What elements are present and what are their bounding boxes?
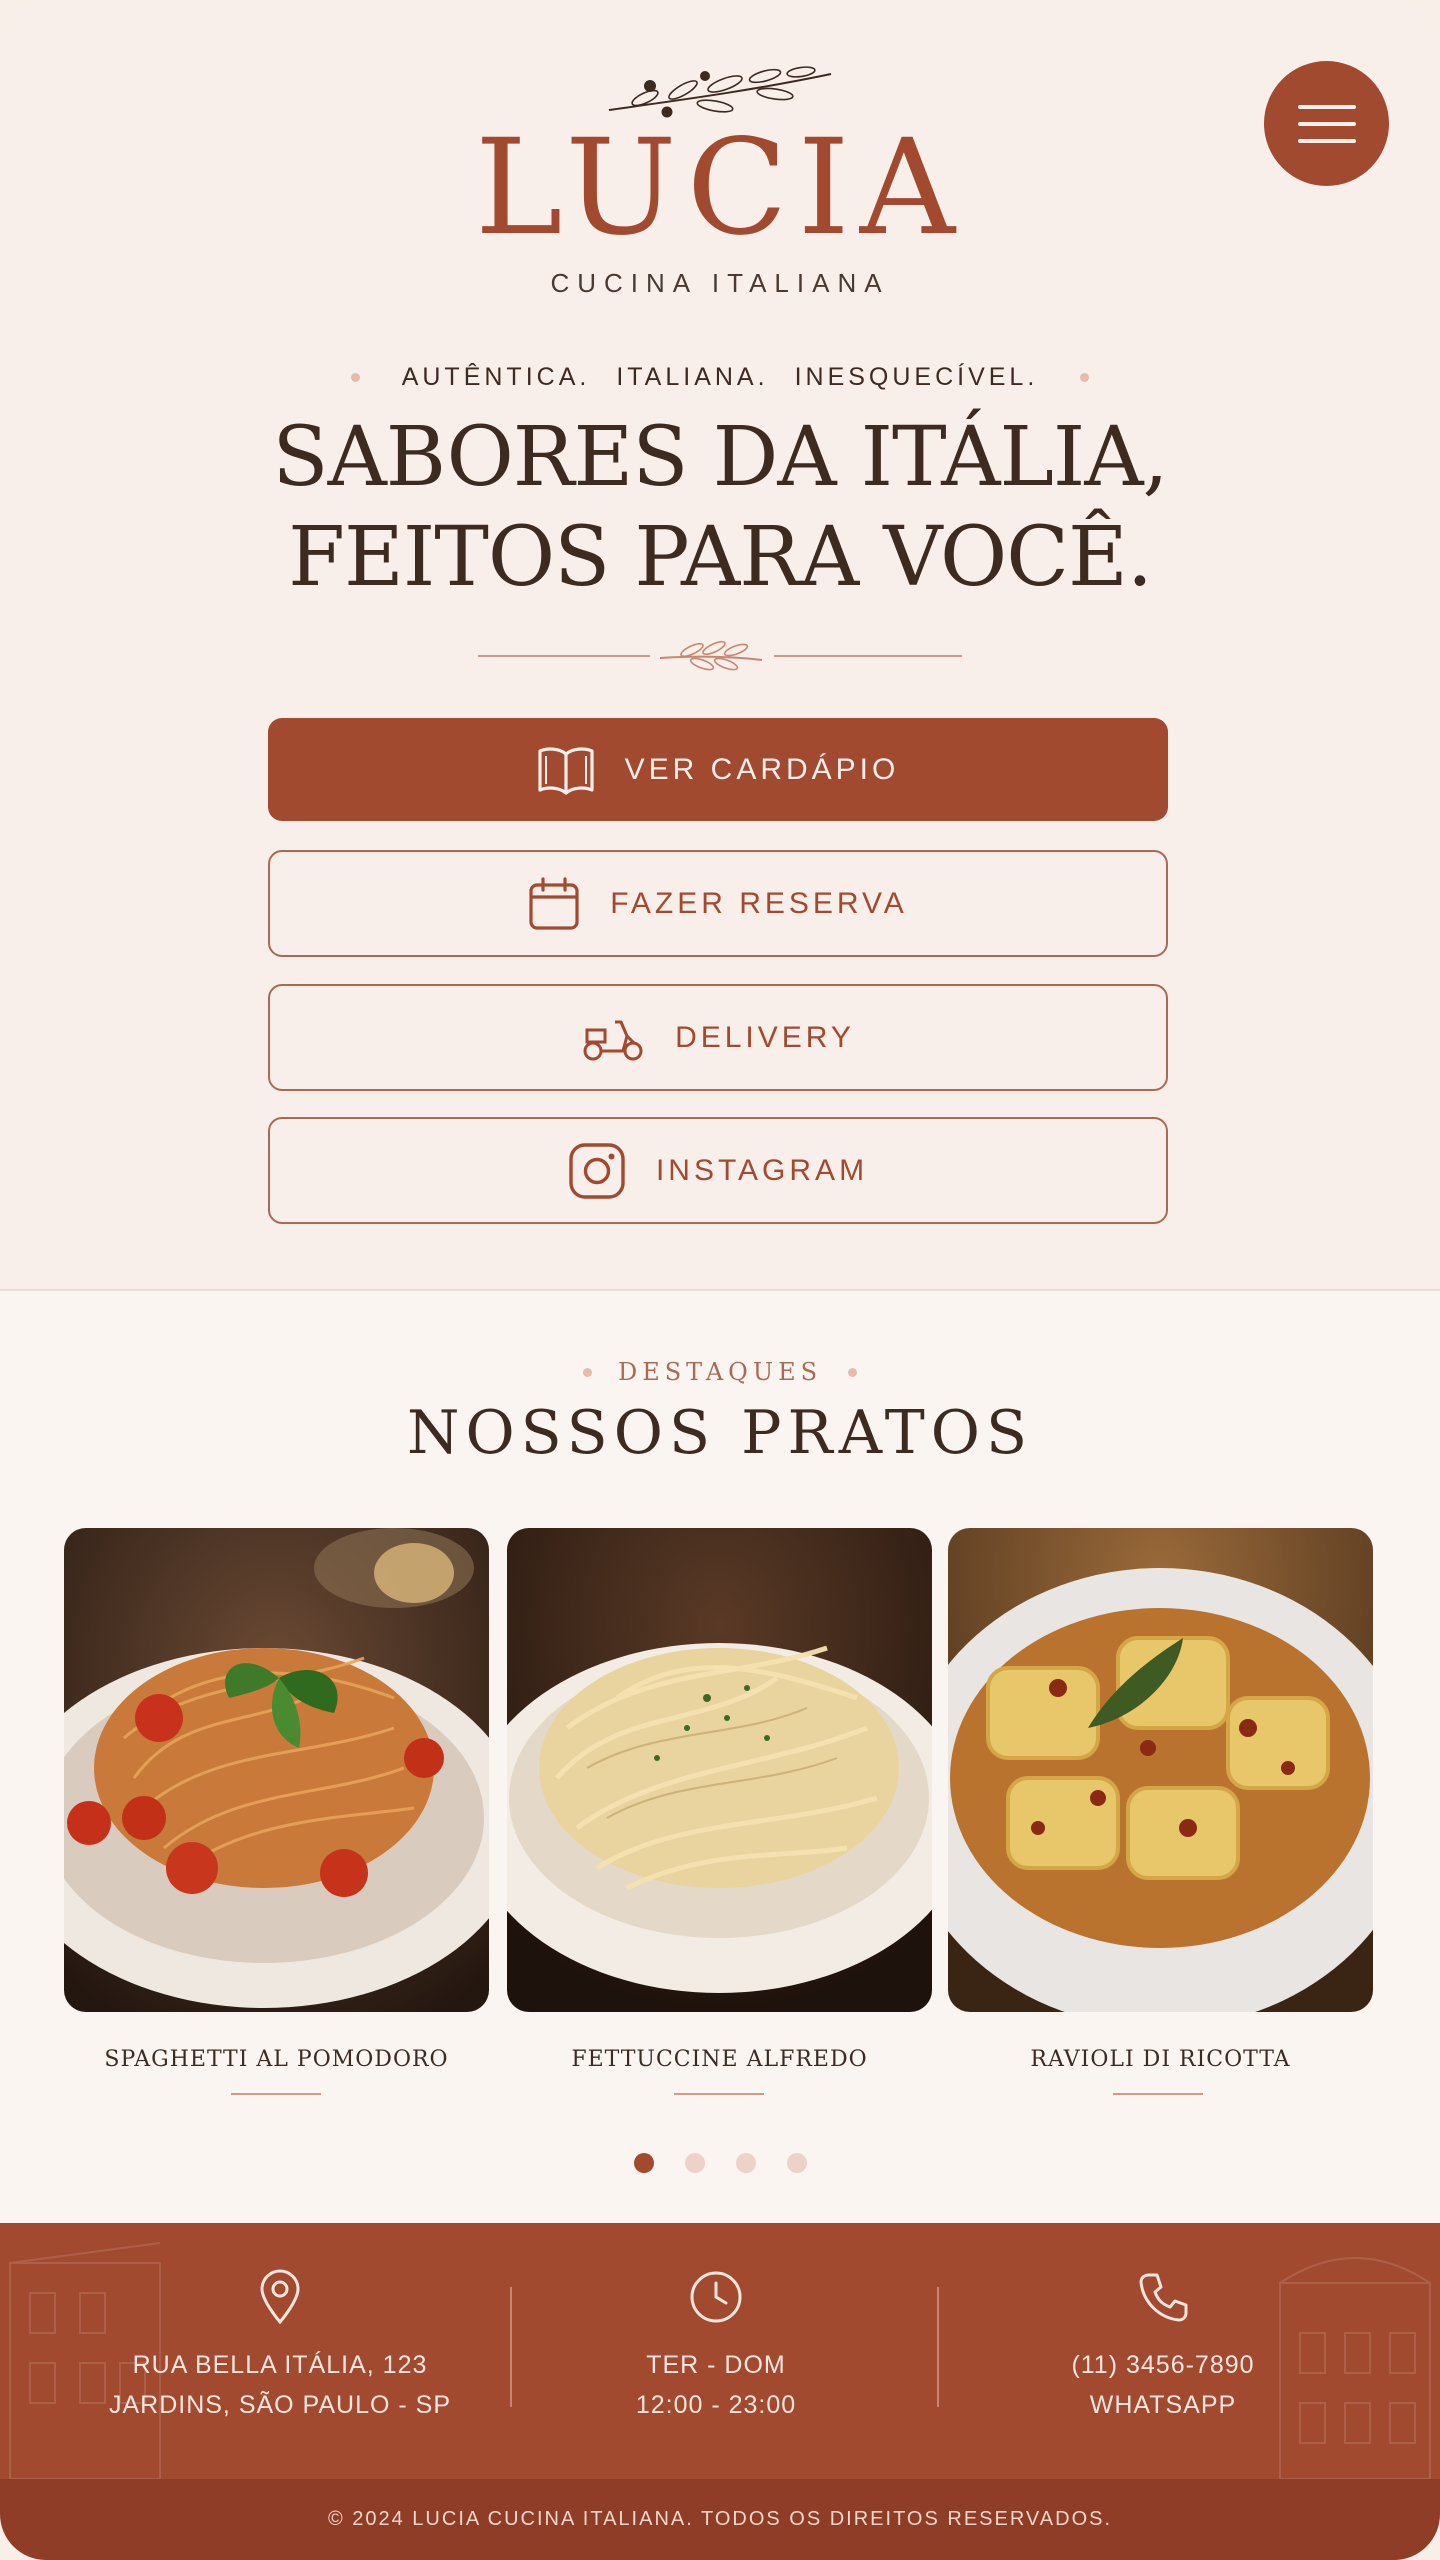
headline-line-2: FEITOS PARA VOCÊ. [288, 510, 1153, 605]
instagram-label: INSTAGRAM [655, 1153, 869, 1187]
footer-hours: TER - DOM 12:00 - 23:00 [496, 2267, 936, 2425]
instagram-button[interactable]: INSTAGRAM [268, 1117, 1168, 1224]
dish-name: SPAGHETTI AL POMODORO [104, 2047, 449, 2072]
tagline-dot [350, 373, 360, 382]
view-menu-button[interactable]: VER CARDÁPIO [268, 718, 1168, 821]
hours-days: TER - DOM [646, 2351, 786, 2379]
tagline-dot [1080, 373, 1090, 382]
dish-underline [231, 2093, 321, 2095]
tagline: AUTÊNTICA. ITALIANA. INESQUECÍVEL. [0, 363, 1440, 392]
carousel-pagination [0, 2153, 1440, 2173]
carousel-dot[interactable] [633, 2153, 654, 2173]
dish-name: FETTUCCINE ALFREDO [571, 2047, 868, 2072]
dish-name: RAVIOLI DI RICOTTA [1030, 2047, 1291, 2072]
headline-line-1: SABORES DA ITÁLIA, [272, 410, 1168, 505]
scooter-icon [583, 1020, 643, 1060]
brand-logo: LUCIA [474, 111, 966, 265]
footer-divider [937, 2287, 939, 2407]
leaf-divider-icon [478, 640, 962, 671]
reserve-label: FAZER RESERVA [610, 886, 908, 920]
whatsapp-label[interactable]: WHATSAPP [1090, 2385, 1236, 2425]
address-line-2: JARDINS, SÃO PAULO - SP [108, 2391, 452, 2419]
kicker-dot [582, 1367, 592, 1377]
tagline-word: INESQUECÍVEL. [794, 363, 1039, 391]
copyright-bar: © 2024 LUCIA CUCINA ITALIANA. TODOS OS D… [0, 2479, 1440, 2560]
footer-contact[interactable]: (11) 3456-7890 WHATSAPP [943, 2267, 1383, 2425]
instagram-icon [569, 1142, 625, 1199]
hero-headline: SABORES DA ITÁLIA, FEITOS PARA VOCÊ. [0, 408, 1440, 608]
carousel-dot[interactable] [684, 2153, 705, 2173]
view-menu-label: VER CARDÁPIO [624, 752, 900, 786]
section-title: NOSSOS PRATOS [406, 1398, 1034, 1468]
location-pin-icon [260, 2269, 300, 2325]
kicker-dot [848, 1367, 858, 1377]
delivery-label: DELIVERY [675, 1020, 855, 1054]
hamburger-icon [1297, 104, 1356, 109]
carousel-dot[interactable] [735, 2153, 756, 2173]
brand-subtitle: CUCINA ITALIANA [550, 268, 890, 298]
dish-image-ravioli[interactable] [948, 1528, 1373, 2012]
dish-image-spaghetti[interactable] [64, 1528, 489, 2012]
copyright-text: © 2024 LUCIA CUCINA ITALIANA. TODOS OS D… [327, 2508, 1113, 2530]
delivery-button[interactable]: DELIVERY [268, 984, 1168, 1091]
dish-underline [674, 2093, 764, 2095]
tagline-word: ITALIANA. [616, 363, 769, 391]
book-icon [538, 746, 594, 795]
hours-time: 12:00 - 23:00 [635, 2391, 797, 2419]
dish-image-fettuccine[interactable] [507, 1528, 932, 2012]
footer-address: RUA BELLA ITÁLIA, 123 JARDINS, SÃO PAULO… [60, 2267, 500, 2425]
page: LUCIA CUCINA ITALIANA AUTÊNTICA. ITALIAN… [0, 0, 1440, 2560]
clock-icon [690, 2271, 742, 2323]
calendar-icon [529, 876, 579, 930]
phone-number[interactable]: (11) 3456-7890 [1071, 2345, 1254, 2385]
dish-underline [1113, 2093, 1203, 2095]
hamburger-menu-button[interactable] [1264, 61, 1389, 186]
phone-icon [1139, 2273, 1188, 2322]
section-kicker: DESTAQUES [0, 1358, 1440, 1386]
address-line-1: RUA BELLA ITÁLIA, 123 [132, 2351, 428, 2379]
carousel-dot[interactable] [786, 2153, 807, 2173]
kicker-text: DESTAQUES [617, 1358, 823, 1386]
reserve-button[interactable]: FAZER RESERVA [268, 850, 1168, 957]
tagline-word: AUTÊNTICA. [401, 363, 591, 391]
